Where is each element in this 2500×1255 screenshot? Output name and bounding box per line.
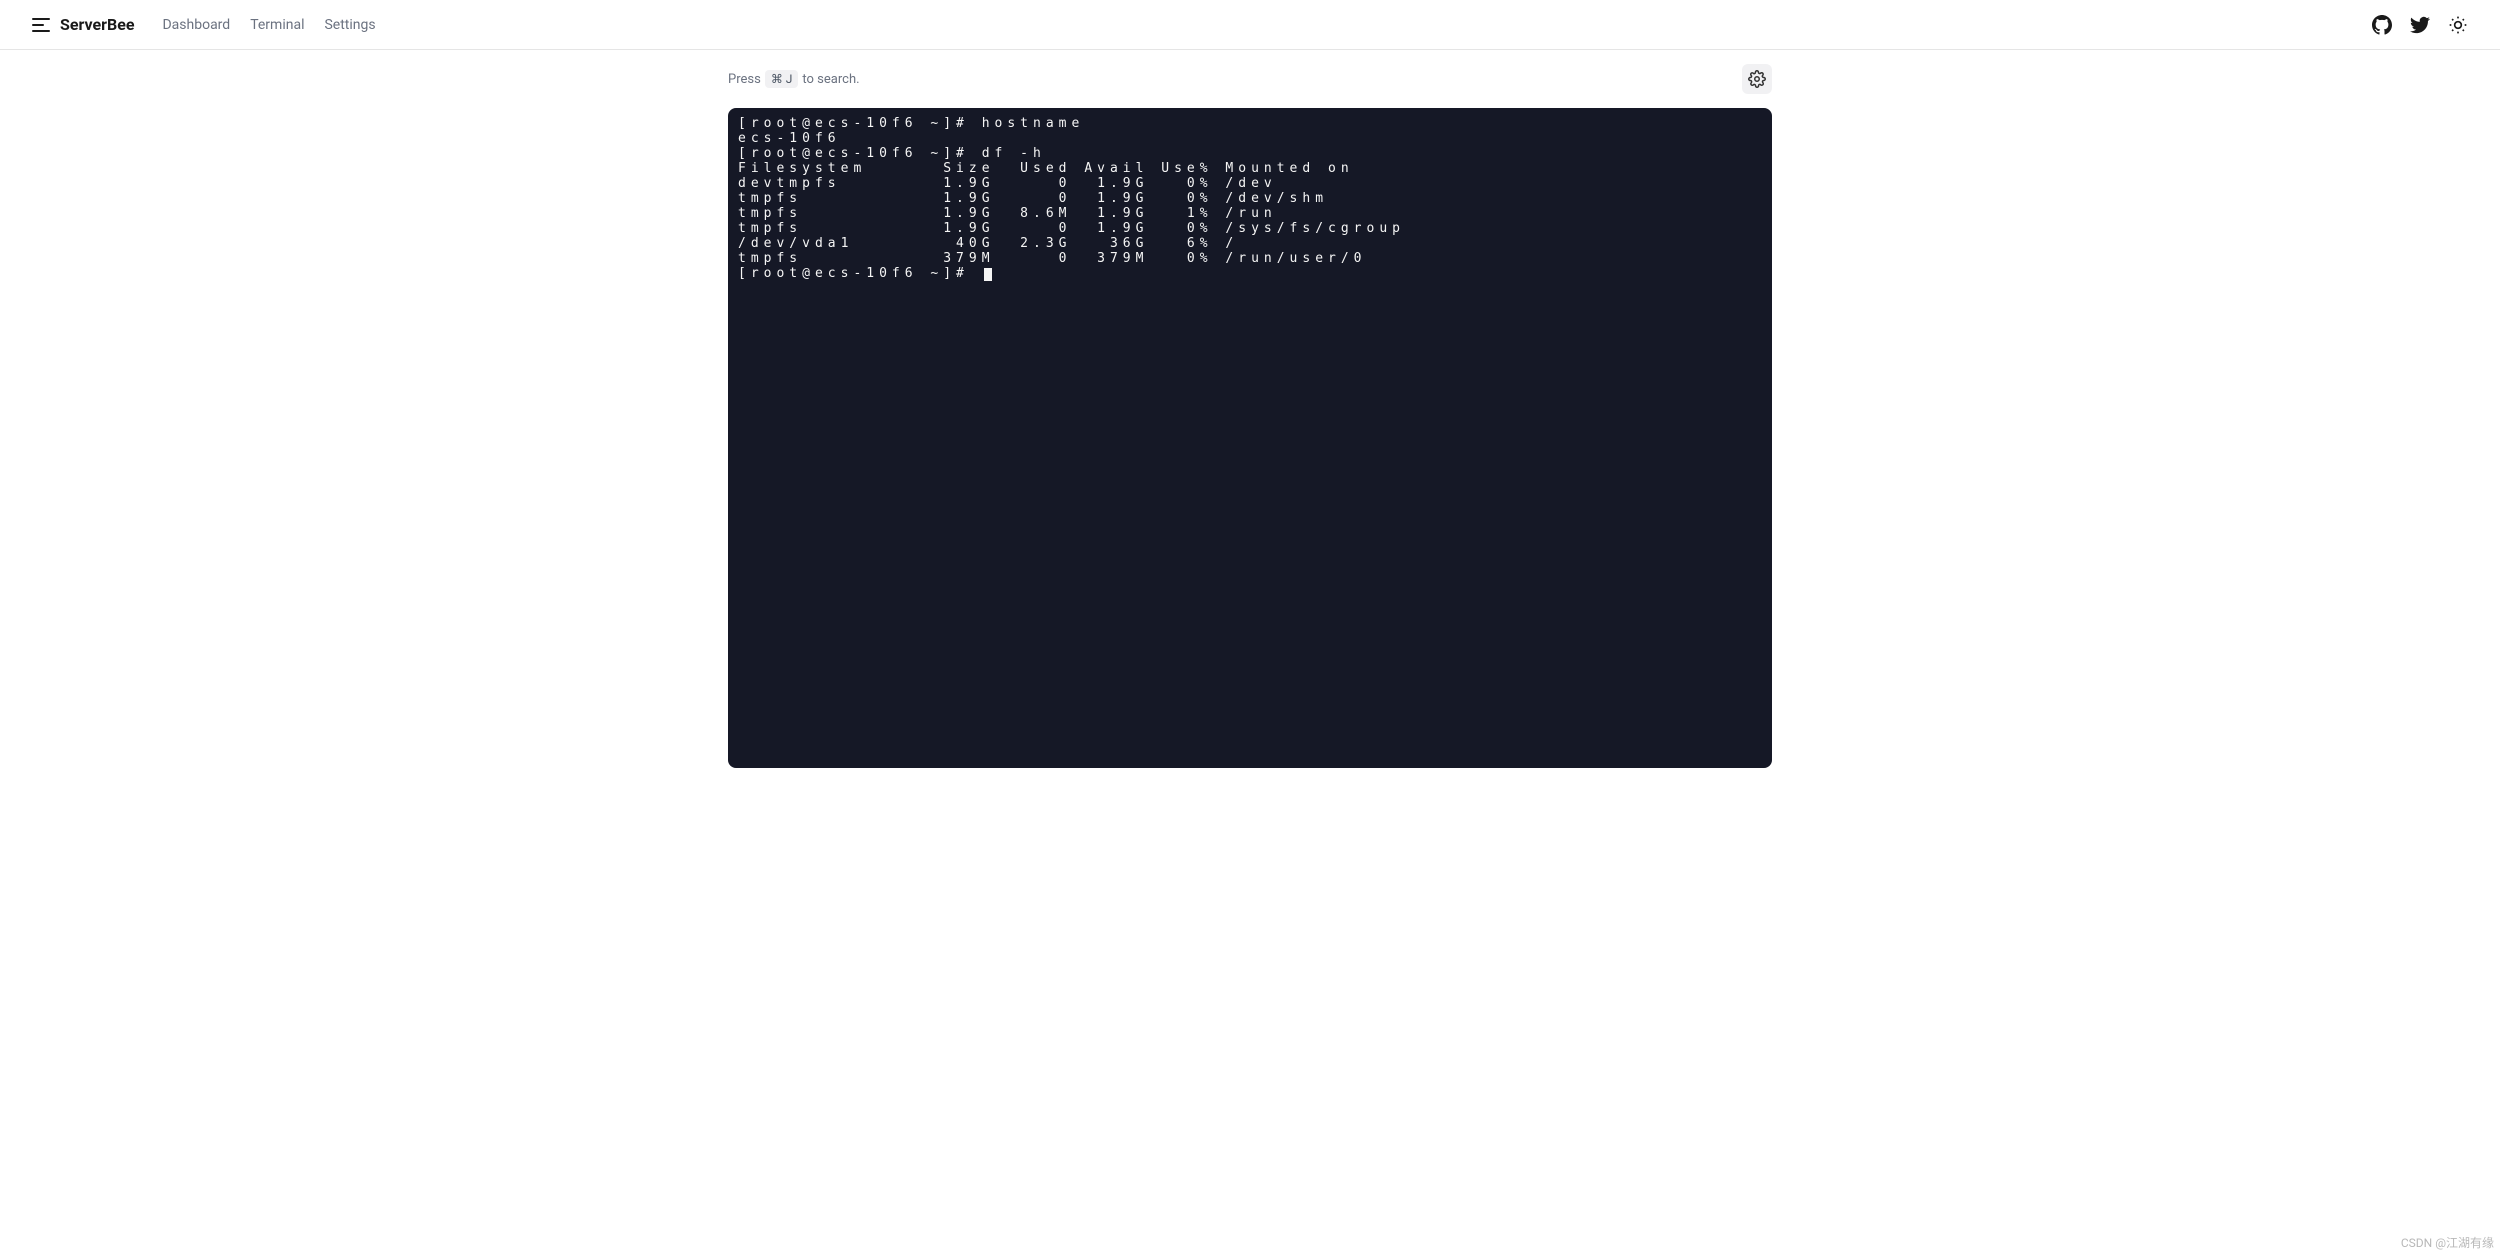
brand[interactable]: ServerBee: [32, 15, 134, 34]
header-left: ServerBee Dashboard Terminal Settings: [32, 15, 376, 34]
nav-settings[interactable]: Settings: [324, 17, 375, 33]
header-right: [2372, 15, 2468, 35]
main-container: Press ⌘ J to search. [root@ecs-10f6 ~]# …: [728, 50, 1772, 792]
search-shortcut-kbd: ⌘ J: [765, 70, 799, 88]
terminal-cursor: [984, 268, 992, 281]
brand-label: ServerBee: [60, 15, 134, 34]
menu-icon: [32, 18, 50, 32]
subbar: Press ⌘ J to search.: [728, 50, 1772, 108]
terminal-line: tmpfs 1.9G 0 1.9G 0% /dev/shm: [738, 191, 1762, 206]
github-icon[interactable]: [2372, 15, 2392, 35]
top-nav: Dashboard Terminal Settings: [162, 17, 375, 33]
nav-terminal[interactable]: Terminal: [250, 17, 304, 33]
watermark: CSDN @江湖有缘: [2401, 1234, 2494, 1251]
terminal-line: [root@ecs-10f6 ~]# df -h: [738, 146, 1762, 161]
search-hint-prefix: Press: [728, 72, 761, 87]
terminal-line: /dev/vda1 40G 2.3G 36G 6% /: [738, 236, 1762, 251]
terminal-line: tmpfs 1.9G 0 1.9G 0% /sys/fs/cgroup: [738, 221, 1762, 236]
twitter-icon[interactable]: [2410, 15, 2430, 35]
terminal-line: tmpfs 1.9G 8.6M 1.9G 1% /run: [738, 206, 1762, 221]
search-hint[interactable]: Press ⌘ J to search.: [728, 70, 860, 88]
terminal-line: tmpfs 379M 0 379M 0% /run/user/0: [738, 251, 1762, 266]
search-hint-suffix: to search.: [802, 72, 859, 87]
theme-toggle-icon[interactable]: [2448, 15, 2468, 35]
terminal-panel[interactable]: [root@ecs-10f6 ~]# hostnameecs-10f6[root…: [728, 108, 1772, 768]
gear-icon: [1748, 70, 1766, 88]
terminal-settings-button[interactable]: [1742, 64, 1772, 94]
terminal-line: [root@ecs-10f6 ~]#: [738, 266, 1762, 281]
app-header: ServerBee Dashboard Terminal Settings: [0, 0, 2500, 50]
terminal-line: Filesystem Size Used Avail Use% Mounted …: [738, 161, 1762, 176]
terminal-line: devtmpfs 1.9G 0 1.9G 0% /dev: [738, 176, 1762, 191]
terminal-line: ecs-10f6: [738, 131, 1762, 146]
terminal-line: [root@ecs-10f6 ~]# hostname: [738, 116, 1762, 131]
nav-dashboard[interactable]: Dashboard: [162, 17, 230, 33]
